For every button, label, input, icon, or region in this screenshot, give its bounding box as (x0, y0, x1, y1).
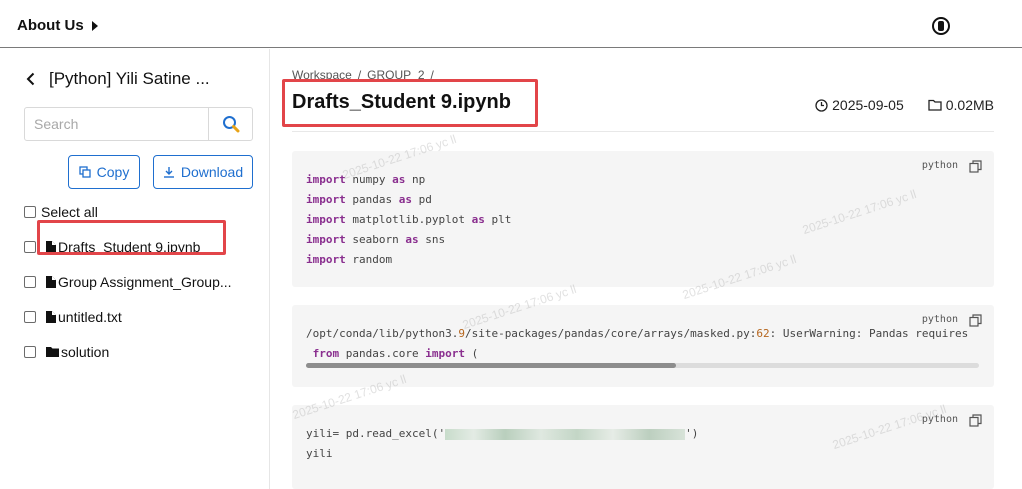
code-keyword: import (306, 253, 346, 266)
code-keyword: as (392, 173, 406, 186)
horizontal-scrollbar[interactable] (306, 363, 979, 368)
code-keyword: import (306, 193, 346, 206)
file-date: 2025-09-05 (815, 97, 904, 113)
breadcrumb-group[interactable]: GROUP_2 (367, 68, 424, 82)
code-keyword: as (398, 193, 412, 206)
code-keyword: from (312, 347, 340, 360)
file-name: Group Assignment_Group... (58, 273, 232, 290)
code-text: import numpy as np import pandas as pd i… (306, 170, 511, 270)
about-us-label: About Us (17, 17, 84, 34)
file-checkbox[interactable] (24, 310, 36, 323)
file-item-drafts-student-9[interactable]: Drafts_Student 9.ipynb (24, 229, 264, 264)
code-token: sns (418, 233, 446, 246)
code-block-output: python /opt/conda/lib/python3.9/site-pac… (292, 305, 994, 387)
breadcrumb-separator: / (357, 68, 362, 82)
code-block-read-excel: python yili= pd.read_excel(' ') yili (292, 405, 994, 489)
code-keyword: import (306, 213, 346, 226)
code-keyword: as (405, 233, 419, 246)
code-number: 62 (756, 327, 770, 340)
code-token: : UserWarning: Pandas requires (769, 327, 969, 340)
file-size-value: 0.02MB (945, 97, 994, 113)
download-label: Download (180, 164, 244, 180)
file-list: Select all Drafts_Student 9.ipynb Group … (24, 194, 264, 369)
code-token: pandas (345, 193, 399, 206)
code-token: seaborn (345, 233, 406, 246)
code-token: yili= pd.read_excel(' (306, 427, 446, 440)
file-item-group-assignment[interactable]: Group Assignment_Group... (24, 264, 264, 299)
code-keyword: import (425, 347, 465, 360)
copy-button[interactable]: Copy (68, 155, 140, 189)
copy-icon (79, 166, 91, 178)
caret-right-icon (91, 20, 98, 31)
download-icon (163, 167, 174, 178)
code-token: pd (411, 193, 432, 206)
select-all-row[interactable]: Select all (24, 194, 264, 229)
page-title: Drafts_Student 9.ipynb (292, 91, 511, 113)
code-token: random (345, 253, 393, 266)
file-item-untitled[interactable]: untitled.txt (24, 299, 264, 334)
file-icon (46, 310, 56, 323)
search-button[interactable] (208, 108, 252, 140)
code-token: yili (306, 447, 333, 460)
top-bar: About Us (0, 0, 1022, 48)
code-language: python (921, 160, 958, 171)
code-text: yili= pd.read_excel(' ') yili (306, 424, 698, 464)
code-language: python (921, 414, 958, 425)
breadcrumb-separator: / (430, 68, 434, 82)
file-name: untitled.txt (58, 308, 122, 325)
code-number: 9 (458, 327, 465, 340)
code-token: /site-packages/pandas/core/arrays/masked… (464, 327, 757, 340)
code-token: np (405, 173, 426, 186)
back-button[interactable]: [Python] Yili Satine ... (26, 69, 210, 89)
copy-code-icon[interactable] (969, 314, 982, 327)
file-meta: 2025-09-05 0.02MB (815, 97, 994, 113)
code-keyword: import (306, 173, 346, 186)
file-size: 0.02MB (928, 97, 994, 113)
code-text: /opt/conda/lib/python3.9/site-packages/p… (306, 324, 968, 364)
project-title: [Python] Yili Satine ... (49, 69, 210, 88)
code-token: matplotlib.pyplot (345, 213, 472, 226)
user-account-icon[interactable] (932, 17, 950, 35)
search-icon (222, 116, 239, 133)
code-block-imports: python import numpy as np import pandas … (292, 151, 994, 287)
file-checkbox[interactable] (24, 275, 36, 288)
folder-outline-icon (928, 99, 942, 111)
main-content: Workspace / GROUP_2 / Drafts_Student 9.i… (282, 49, 994, 489)
chevron-left-icon (26, 72, 35, 86)
folder-icon (46, 347, 59, 357)
file-name: Drafts_Student 9.ipynb (58, 238, 201, 255)
file-date-value: 2025-09-05 (832, 97, 904, 113)
select-all-label: Select all (41, 203, 98, 220)
code-token: ') (685, 427, 699, 440)
folder-name: solution (61, 343, 110, 360)
copy-code-icon[interactable] (969, 414, 982, 427)
copy-code-icon[interactable] (969, 160, 982, 173)
code-token: pandas.core (339, 347, 426, 360)
header-divider (292, 131, 994, 132)
code-keyword: as (471, 213, 485, 226)
scrollbar-thumb[interactable] (306, 363, 677, 368)
folder-item-solution[interactable]: solution (24, 334, 264, 369)
download-button[interactable]: Download (153, 155, 253, 189)
code-token: /opt/conda/lib/python3. (306, 327, 459, 340)
code-token: ( (464, 347, 479, 360)
file-checkbox[interactable] (24, 345, 36, 358)
code-keyword: import (306, 233, 346, 246)
file-checkbox[interactable] (24, 240, 36, 253)
search-input[interactable] (25, 108, 208, 140)
code-token: numpy (345, 173, 393, 186)
breadcrumb: Workspace / GROUP_2 / (292, 68, 434, 82)
about-us-menu[interactable]: About Us (17, 17, 98, 34)
clock-icon (815, 98, 828, 112)
breadcrumb-workspace[interactable]: Workspace (292, 68, 352, 82)
file-icon (46, 275, 56, 288)
select-all-checkbox[interactable] (24, 205, 36, 218)
file-icon (46, 240, 56, 253)
search-box (24, 107, 253, 141)
redacted-path (445, 428, 686, 440)
copy-label: Copy (96, 164, 130, 180)
file-sidebar: [Python] Yili Satine ... Copy Download S… (0, 49, 270, 489)
code-token: plt (484, 213, 512, 226)
